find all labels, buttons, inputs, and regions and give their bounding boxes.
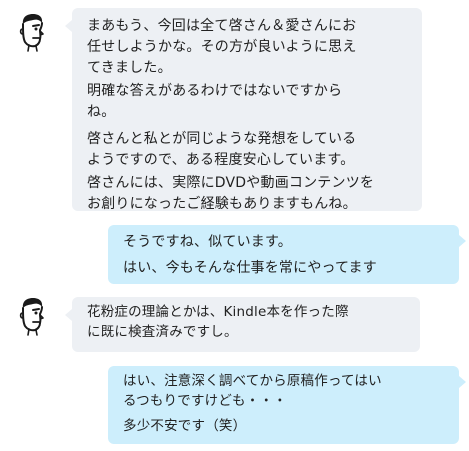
avatar-icon xyxy=(18,12,46,52)
message-paragraph: 多少不安です（笑） xyxy=(123,418,247,434)
message-bubble: まあもう、今回は全て啓さん＆愛さんにお 任せしようかな。その方が良いように思え … xyxy=(65,8,422,212)
message-paragraph: 啓さんには、実際にDVDや動画コンテンツを お創りになったご経験もありますもんね… xyxy=(87,175,375,212)
message-paragraph: そうですね、似ています。 xyxy=(123,234,292,250)
message-paragraph: はい、注意深く調べてから原稿作ってはい るつもりですけども・・・ xyxy=(123,373,382,409)
message-bubble: 花粉症の理論とかは、Kindle本を作った際 に既に検査済みですし。 xyxy=(65,297,420,352)
message-paragraph: まあもう、今回は全て啓さん＆愛さんにお 任せしようかな。その方が良いように思え … xyxy=(87,18,357,76)
message-paragraph: 啓さんと私とが同じような発想をしている ようですので、ある程度安心しています。 xyxy=(87,131,357,168)
message-bubble: そうですね、似ています。 はい、今もそんな仕事を常にやってます xyxy=(108,225,466,284)
message-paragraph: 明確な答えがあるわけではないですから ね。 xyxy=(87,83,343,120)
message-paragraph: 花粉症の理論とかは、Kindle本を作った際 に既に検査済みですし。 xyxy=(87,304,349,340)
message-paragraph: はい、今もそんな仕事を常にやってます xyxy=(123,260,377,276)
message-bubble: はい、注意深く調べてから原稿作ってはい るつもりですけども・・・ 多少不安です（… xyxy=(108,366,466,444)
avatar-icon xyxy=(18,296,46,336)
